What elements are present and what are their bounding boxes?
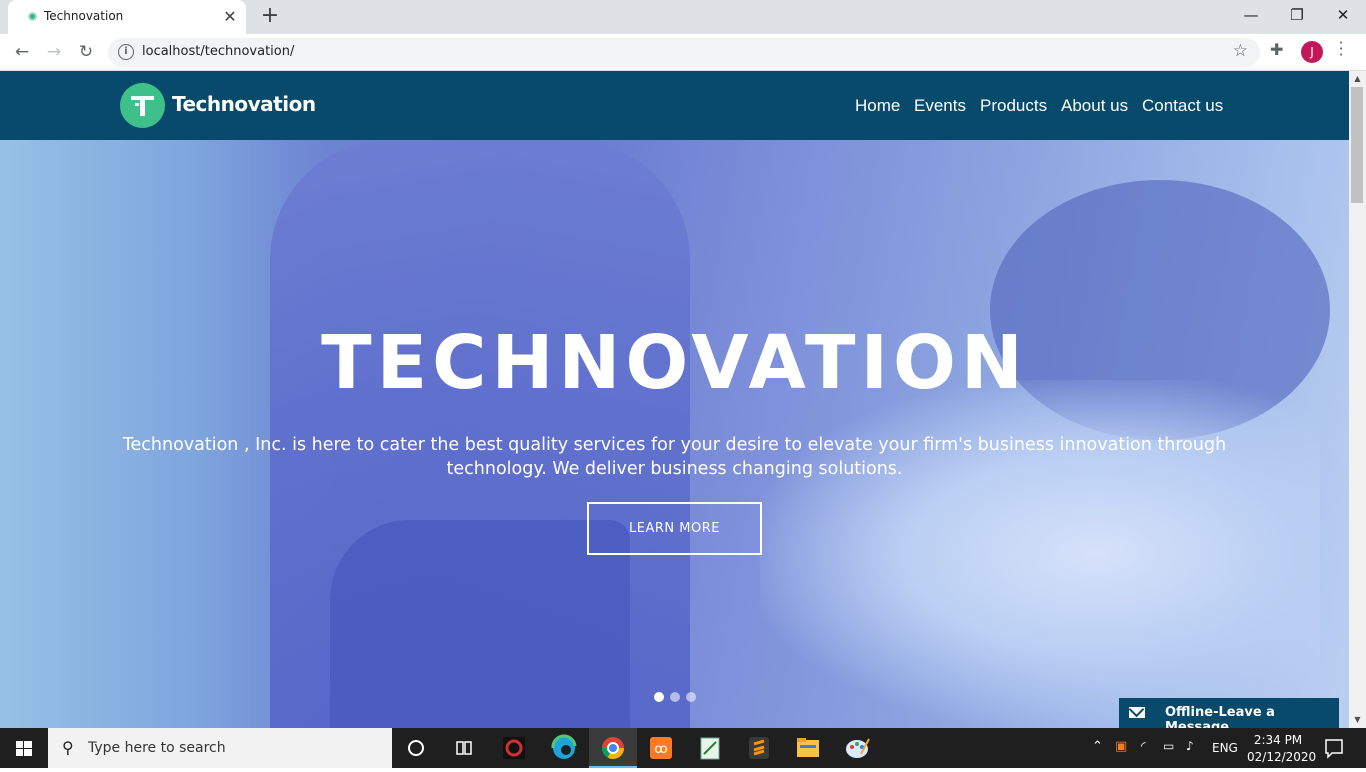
taskbar-date[interactable]: 02/12/2020 xyxy=(1247,750,1316,764)
scroll-up-icon[interactable]: ▲ xyxy=(1349,71,1366,87)
hero-title: TECHNOVATION xyxy=(321,320,1028,406)
windows-start-icon[interactable] xyxy=(0,728,48,768)
learn-more-button[interactable]: LEARN MORE xyxy=(587,502,762,555)
tab-title: Technovation xyxy=(44,9,124,23)
nav-about-us[interactable]: About us xyxy=(1061,96,1128,116)
site-favicon-icon xyxy=(28,12,37,21)
file-explorer-icon[interactable] xyxy=(784,728,832,768)
nav-home[interactable]: Home xyxy=(855,96,900,116)
task-view-icon[interactable] xyxy=(440,728,488,768)
taskbar-time[interactable]: 2:34 PM xyxy=(1250,733,1306,747)
hero-carousel: TECHNOVATION Technovation , Inc. is here… xyxy=(0,140,1349,728)
browser-toolbar: ← → ↻ i localhost/technovation/ ☆ xyxy=(0,34,1366,71)
sublime-text-icon[interactable] xyxy=(735,728,783,768)
game-app-icon[interactable] xyxy=(490,728,538,768)
taskbar-search-placeholder[interactable]: Type here to search xyxy=(88,740,226,756)
chrome-browser-icon[interactable] xyxy=(589,728,637,768)
extensions-puzzle-icon[interactable]: ✚ xyxy=(1270,40,1283,59)
carousel-dot-1[interactable] xyxy=(654,692,664,702)
xampp-icon[interactable]: ꝏ xyxy=(637,728,685,768)
notifications-icon[interactable] xyxy=(1318,728,1366,768)
network-icon[interactable]: ◜ xyxy=(1141,739,1146,753)
cortana-icon[interactable] xyxy=(392,728,440,768)
nav-contact-us[interactable]: Contact us xyxy=(1142,96,1223,116)
taskbar-search[interactable]: ⚲ Type here to search xyxy=(48,728,392,768)
close-tab-icon[interactable]: ✕ xyxy=(220,7,240,27)
new-tab-icon[interactable]: + xyxy=(258,5,282,29)
carousel-dot-2[interactable] xyxy=(670,692,680,702)
hero-subtitle: Technovation , Inc. is here to cater the… xyxy=(122,435,1227,479)
reload-icon[interactable]: ↻ xyxy=(73,39,99,65)
minimize-window-icon[interactable]: — xyxy=(1228,0,1274,30)
nav-products[interactable]: Products xyxy=(980,96,1047,116)
scroll-down-icon[interactable]: ▼ xyxy=(1349,712,1366,728)
site-info-icon[interactable]: i xyxy=(118,44,134,60)
forward-icon[interactable]: → xyxy=(41,39,67,65)
bookmark-star-icon[interactable]: ☆ xyxy=(1233,41,1248,61)
address-url[interactable]: localhost/technovation/ xyxy=(142,44,294,59)
restore-window-icon[interactable]: ❐ xyxy=(1274,0,1320,30)
search-icon: ⚲ xyxy=(62,738,74,757)
carousel-dot-3[interactable] xyxy=(686,692,696,702)
brand-name[interactable]: Technovation xyxy=(172,92,316,116)
address-bar[interactable]: i localhost/technovation/ ☆ xyxy=(108,38,1260,67)
browser-tab-strip: Technovation ✕ + — ❐ ✕ xyxy=(0,0,1366,34)
browser-menu-icon[interactable]: · · · xyxy=(1336,35,1346,63)
nav-events[interactable]: Events xyxy=(914,96,966,116)
volume-icon[interactable]: ♪ xyxy=(1186,739,1194,753)
notepad-icon[interactable] xyxy=(686,728,734,768)
chat-widget[interactable]: Offline-Leave a Message xyxy=(1119,698,1339,735)
battery-icon[interactable]: ▭ xyxy=(1163,739,1174,753)
paint-icon[interactable] xyxy=(833,728,881,768)
profile-avatar[interactable]: J xyxy=(1301,41,1323,63)
mail-icon xyxy=(1129,707,1145,718)
input-language[interactable]: ENG xyxy=(1212,741,1238,755)
site-navbar: Technovation Home Events Products About … xyxy=(0,71,1349,140)
tray-xampp-icon[interactable]: ▣ xyxy=(1115,739,1127,754)
close-window-icon[interactable]: ✕ xyxy=(1320,0,1366,30)
svg-text:ꝏ: ꝏ xyxy=(654,742,667,757)
page-scrollbar[interactable]: ▲ ▼ xyxy=(1349,71,1366,728)
page-viewport: Technovation Home Events Products About … xyxy=(0,71,1349,728)
logo-icon[interactable] xyxy=(120,83,165,128)
tray-overflow-icon[interactable]: ⌃ xyxy=(1092,739,1103,754)
scrollbar-thumb[interactable] xyxy=(1351,87,1363,203)
back-icon[interactable]: ← xyxy=(9,39,35,65)
edge-browser-icon[interactable] xyxy=(540,728,588,768)
browser-tab[interactable]: Technovation ✕ xyxy=(8,0,246,34)
windows-taskbar: ⚲ Type here to search ꝏ ⌃ ▣ ◜ ▭ ♪ ENG 2:… xyxy=(0,728,1366,768)
